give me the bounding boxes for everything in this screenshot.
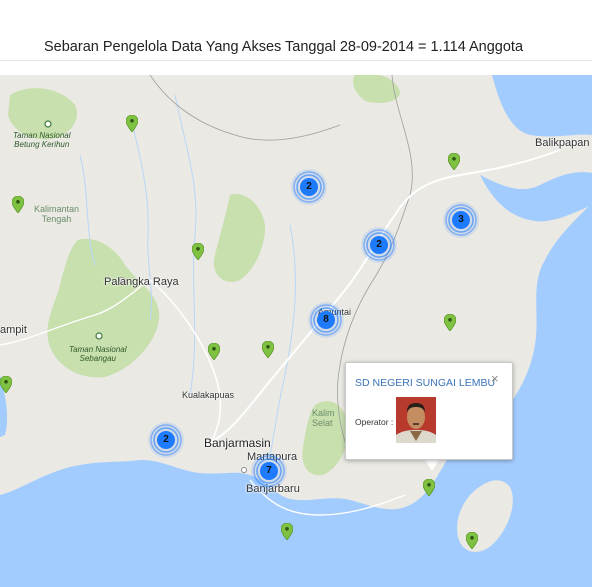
cluster-count: 2: [376, 239, 382, 250]
label-palangka-raya: Palangka Raya: [104, 276, 179, 288]
info-window: SD NEGERI SUNGAI LEMBU × Operator :: [345, 362, 513, 460]
page-title: Sebaran Pengelola Data Yang Akses Tangga…: [44, 39, 524, 55]
page-header: Sebaran Pengelola Data Yang Akses Tangga…: [0, 0, 592, 61]
map-pin[interactable]: [423, 479, 435, 496]
label-kualakapuas: Kualakapuas: [182, 390, 235, 400]
label-tn-betung: Taman Nasional Betung Kerihun: [13, 131, 71, 149]
map-pin[interactable]: [126, 115, 138, 132]
cluster-count: 3: [458, 214, 464, 225]
map-pin[interactable]: [448, 153, 460, 170]
label-tn-sebangau: Taman Nasional Sebangau: [69, 345, 127, 363]
label-balikpapan: Balikpapan: [535, 137, 590, 149]
map-pin[interactable]: [444, 314, 456, 331]
map-pin[interactable]: [281, 523, 293, 540]
map-pin[interactable]: [208, 343, 220, 360]
map-pin[interactable]: [192, 243, 204, 260]
marker-cluster[interactable]: 2: [146, 420, 186, 460]
map-pin[interactable]: [0, 376, 12, 393]
map-pin[interactable]: [12, 196, 24, 213]
cluster-count: 7: [266, 465, 272, 476]
marker-cluster[interactable]: 2: [289, 167, 329, 207]
map-pin[interactable]: [262, 341, 274, 358]
map-pin[interactable]: [466, 532, 478, 549]
marker-cluster[interactable]: 7: [249, 451, 289, 491]
cluster-count: 8: [323, 314, 329, 325]
cluster-count: 2: [306, 181, 312, 192]
operator-photo: [396, 397, 436, 443]
operator-label: Operator :: [355, 417, 394, 427]
marker-cluster[interactable]: 2: [359, 225, 399, 265]
label-sampit: ampit: [0, 324, 27, 336]
info-window-title: SD NEGERI SUNGAI LEMBU: [355, 377, 496, 389]
map-canvas[interactable]: Taman Nasional Betung Kerihun Taman Nasio…: [0, 75, 592, 587]
map-base-layer: [0, 75, 592, 587]
label-banjarmasin: Banjarmasin: [204, 436, 271, 450]
label-kalimantan-tengah: Kalimantan Tengah: [34, 204, 80, 224]
marker-cluster[interactable]: 3: [441, 200, 481, 240]
cluster-count: 2: [163, 434, 169, 445]
marker-cluster[interactable]: 8: [306, 300, 346, 340]
label-kalimantan-selatan: Kalim Selat: [312, 408, 335, 428]
close-icon[interactable]: ×: [491, 371, 499, 386]
